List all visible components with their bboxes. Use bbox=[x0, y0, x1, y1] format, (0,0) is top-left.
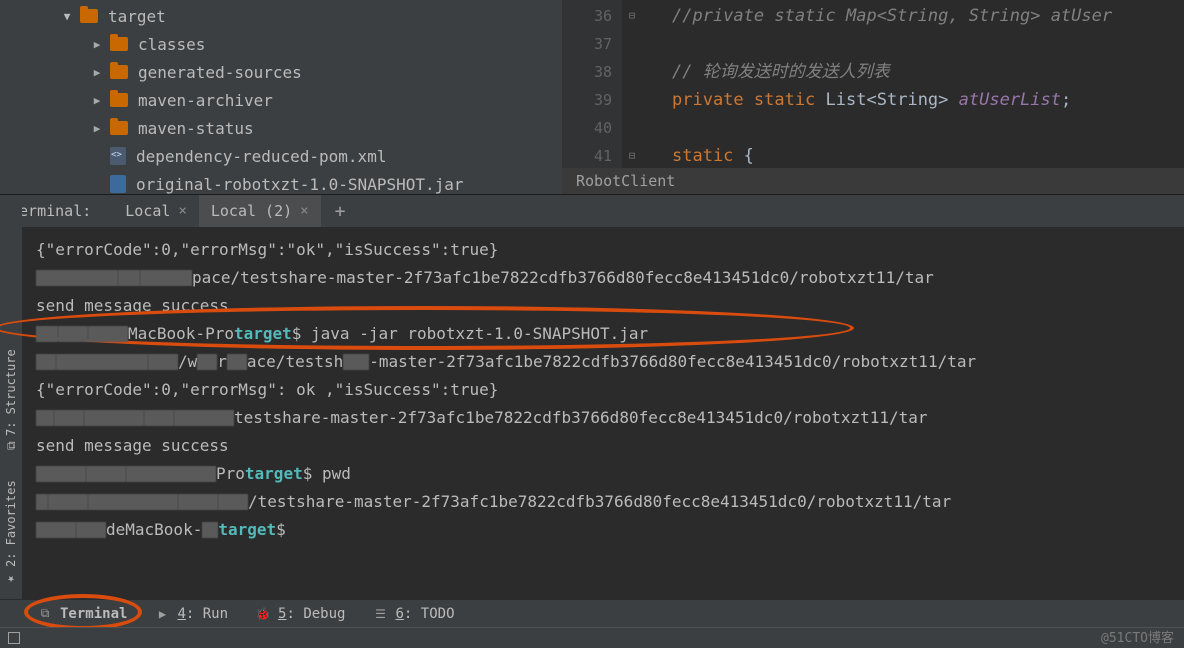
tree-label: target bbox=[108, 7, 166, 26]
folder-icon bbox=[110, 93, 128, 107]
watermark: @51CTO博客 bbox=[1101, 627, 1174, 646]
new-terminal-tab-button[interactable]: + bbox=[321, 201, 360, 222]
tree-folder-archiver[interactable]: ▶ maven-archiver bbox=[0, 86, 562, 114]
tree-label: maven-archiver bbox=[138, 91, 273, 110]
xml-file-icon bbox=[110, 147, 126, 165]
terminal-panel: Terminal: Local × Local (2) × + {"errorC… bbox=[0, 195, 1184, 566]
tree-folder-generated[interactable]: ▶ generated-sources bbox=[0, 58, 562, 86]
breadcrumb-item: RobotClient bbox=[576, 172, 675, 190]
tree-folder-target[interactable]: ▼ target bbox=[0, 2, 562, 30]
terminal-line: {"errorCode":0,"errorMsg": ok ,"isSucces… bbox=[36, 376, 1174, 404]
tree-file-jar[interactable]: original-robotxzt-1.0-SNAPSHOT.jar bbox=[0, 170, 562, 194]
tab-label: Local bbox=[125, 202, 170, 220]
tree-label: generated-sources bbox=[138, 63, 302, 82]
tool-run[interactable]: ▶ 4: Run bbox=[155, 606, 228, 622]
status-square-icon[interactable] bbox=[8, 632, 20, 644]
bottom-tool-bar: ⧉ Terminal ▶ 4: Run 🐞 5: Debug ☰ 6: TODO bbox=[0, 599, 1184, 627]
terminal-panel-title: Terminal: bbox=[10, 202, 91, 220]
terminal-line: /wrace/testsh-master-2f73afc1be7822cdfb3… bbox=[36, 348, 1174, 376]
tree-label: dependency-reduced-pom.xml bbox=[136, 147, 386, 166]
terminal-line: {"errorCode":0,"errorMsg":"ok","isSucces… bbox=[36, 236, 1174, 264]
terminal-line: testshare-master-2f73afc1be7822cdfb3766d… bbox=[36, 404, 1174, 432]
fold-gutter[interactable]: ⊟ ⊟ bbox=[622, 0, 642, 168]
terminal-line: deMacBook- target $ bbox=[36, 516, 1174, 544]
code-editor[interactable]: 36373839404142 ⊟ ⊟ //private static Map<… bbox=[562, 0, 1184, 194]
terminal-line: send message success bbox=[36, 292, 1174, 320]
chevron-right-icon: ▶ bbox=[90, 38, 104, 51]
code-area[interactable]: //private static Map<String, String> atU… bbox=[642, 0, 1184, 168]
terminal-tab-local[interactable]: Local × bbox=[113, 195, 199, 227]
tool-todo[interactable]: ☰ 6: TODO bbox=[373, 606, 454, 622]
tool-terminal[interactable]: ⧉ Terminal bbox=[38, 606, 127, 622]
tab-label: Local (2) bbox=[211, 202, 292, 220]
jar-file-icon bbox=[110, 175, 126, 193]
tree-file-pom[interactable]: dependency-reduced-pom.xml bbox=[0, 142, 562, 170]
terminal-line: MacBook-Pro target $ java -jar robotxzt-… bbox=[36, 320, 1174, 348]
close-icon[interactable]: × bbox=[300, 203, 308, 219]
chevron-right-icon: ▶ bbox=[90, 122, 104, 135]
folder-icon bbox=[110, 65, 128, 79]
project-tree[interactable]: ▼ target ▶ classes ▶ generated-sources ▶… bbox=[0, 0, 562, 194]
chevron-right-icon: ▶ bbox=[90, 94, 104, 107]
terminal-tab-local-2[interactable]: Local (2) × bbox=[199, 195, 321, 227]
chevron-right-icon: ▶ bbox=[90, 66, 104, 79]
tree-label: maven-status bbox=[138, 119, 254, 138]
tree-label: original-robotxzt-1.0-SNAPSHOT.jar bbox=[136, 175, 464, 194]
terminal-tab-bar: Terminal: Local × Local (2) × + bbox=[0, 195, 1184, 228]
terminal-output[interactable]: {"errorCode":0,"errorMsg":"ok","isSucces… bbox=[0, 228, 1184, 566]
tree-label: classes bbox=[138, 35, 205, 54]
tree-folder-classes[interactable]: ▶ classes bbox=[0, 30, 562, 58]
breadcrumb[interactable]: RobotClient bbox=[562, 168, 1184, 194]
terminal-line: send message success bbox=[36, 432, 1174, 460]
play-icon: ▶ bbox=[155, 607, 169, 621]
status-bar bbox=[0, 627, 1184, 648]
line-gutter: 36373839404142 bbox=[562, 0, 622, 168]
bug-icon: 🐞 bbox=[256, 607, 270, 621]
folder-icon bbox=[110, 37, 128, 51]
list-icon: ☰ bbox=[373, 607, 387, 621]
tool-debug[interactable]: 🐞 5: Debug bbox=[256, 606, 345, 622]
tree-folder-status[interactable]: ▶ maven-status bbox=[0, 114, 562, 142]
terminal-line: /testshare-master-2f73afc1be7822cdfb3766… bbox=[36, 488, 1174, 516]
folder-icon bbox=[110, 121, 128, 135]
chevron-down-icon: ▼ bbox=[60, 10, 74, 23]
close-icon[interactable]: × bbox=[178, 203, 186, 219]
folder-icon bbox=[80, 9, 98, 23]
terminal-line: Pro target $ pwd bbox=[36, 460, 1174, 488]
terminal-icon: ⧉ bbox=[38, 607, 52, 621]
terminal-line: pace/testshare-master-2f73afc1be7822cdfb… bbox=[36, 264, 1174, 292]
